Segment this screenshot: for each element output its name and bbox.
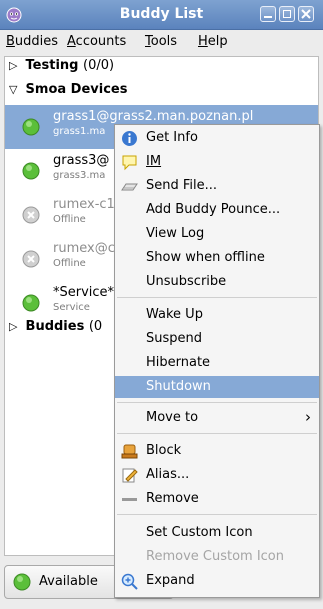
- menu-add-buddy-pounce[interactable]: Add Buddy Pounce...: [115, 199, 319, 221]
- available-status-icon: [22, 118, 40, 136]
- close-icon: [301, 9, 311, 19]
- expander-expanded-icon[interactable]: ▽: [9, 83, 21, 96]
- chat-bubble-icon: [122, 155, 137, 171]
- group-testing[interactable]: ▷ Testing (0/0): [9, 58, 114, 73]
- menu-accounts[interactable]: Accounts: [67, 34, 126, 49]
- menu-block[interactable]: Block: [115, 440, 319, 462]
- group-smoa-devices[interactable]: ▽ Smoa Devices: [9, 82, 127, 97]
- offline-status-icon: [22, 250, 40, 268]
- available-status-icon: [22, 294, 40, 312]
- group-buddies[interactable]: ▷ Buddies (0: [9, 319, 102, 334]
- menu-unsubscribe[interactable]: Unsubscribe: [115, 271, 319, 293]
- close-button[interactable]: [298, 6, 314, 22]
- menu-separator: [117, 514, 317, 515]
- maximize-button[interactable]: [279, 6, 295, 22]
- available-status-icon: [22, 162, 40, 180]
- submenu-arrow-icon: ›: [305, 408, 311, 426]
- info-icon: [122, 131, 137, 146]
- menu-suspend[interactable]: Suspend: [115, 328, 319, 350]
- title-bar: Buddy List: [0, 0, 323, 30]
- edit-alias-icon: [122, 468, 138, 483]
- menu-send-file[interactable]: Send File...: [115, 175, 319, 197]
- offline-status-icon: [22, 206, 40, 224]
- expander-collapsed-icon[interactable]: ▷: [9, 320, 21, 333]
- menu-remove[interactable]: Remove: [115, 488, 319, 510]
- block-icon: [121, 444, 138, 459]
- menu-help[interactable]: Help: [198, 34, 228, 49]
- menu-im[interactable]: IM: [115, 151, 319, 173]
- menu-alias[interactable]: Alias...: [115, 464, 319, 486]
- menubar: Buddies Accounts Tools Help: [0, 30, 323, 54]
- available-status-icon: [13, 573, 31, 591]
- menu-buddies[interactable]: Buddies: [6, 34, 58, 49]
- menu-remove-custom-icon: Remove Custom Icon: [146, 549, 284, 564]
- remove-icon: [122, 498, 137, 501]
- menu-expand[interactable]: Expand: [115, 570, 319, 592]
- menu-separator: [117, 433, 317, 434]
- menu-set-custom-icon[interactable]: Set Custom Icon: [115, 522, 319, 544]
- menu-separator: [117, 402, 317, 403]
- send-file-icon: [121, 183, 138, 191]
- expander-collapsed-icon[interactable]: ▷: [9, 59, 21, 72]
- menu-show-when-offline[interactable]: Show when offline: [115, 247, 319, 269]
- menu-wake-up[interactable]: Wake Up: [115, 304, 319, 326]
- minimize-button[interactable]: [260, 6, 276, 22]
- zoom-icon: [121, 573, 138, 590]
- menu-tools[interactable]: Tools: [145, 34, 177, 49]
- menu-view-log[interactable]: View Log: [115, 223, 319, 245]
- menu-move-to[interactable]: Move to ›: [115, 407, 319, 429]
- buddy-context-menu: Get Info IM Send File... Add Buddy Pounc…: [114, 124, 320, 598]
- menu-shutdown[interactable]: Shutdown: [115, 376, 319, 398]
- menu-separator: [117, 297, 317, 298]
- menu-hibernate[interactable]: Hibernate: [115, 352, 319, 374]
- menu-get-info[interactable]: Get Info: [115, 127, 319, 149]
